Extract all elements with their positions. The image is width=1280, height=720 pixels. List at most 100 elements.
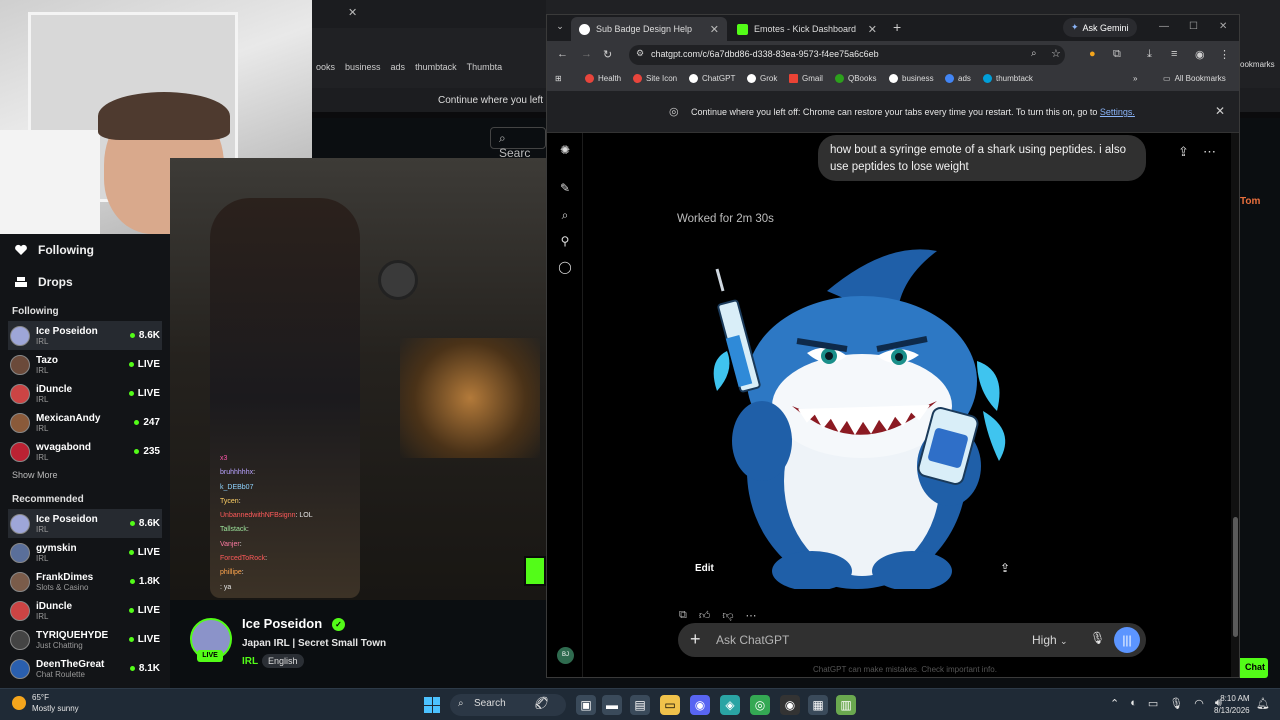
close-window-icon[interactable]: ✕ [1219, 21, 1227, 32]
terminal-icon[interactable]: ▬ [602, 695, 622, 715]
sidebar-channel[interactable]: Ice Poseidon IRL 8.6K [8, 321, 162, 350]
bookmark-thumbtack[interactable]: thumbtack [983, 74, 1033, 83]
sidebar-nav-drops[interactable]: Drops [0, 266, 170, 298]
profile-icon[interactable]: ◉ [1195, 48, 1205, 61]
new-chat-icon[interactable]: ✎ [558, 181, 572, 195]
reload-icon[interactable]: ↻ [603, 48, 612, 61]
more-options-icon[interactable]: ⋯ [1203, 144, 1216, 160]
tray-app-icon[interactable]: ▭ [1148, 697, 1158, 710]
bookmark-ads[interactable]: ads [945, 74, 971, 83]
sidebar-channel[interactable]: iDuncle IRL LIVE [0, 379, 170, 408]
notification-bell-icon[interactable]: 🔔︎ [1256, 697, 1270, 710]
start-button-icon[interactable] [424, 697, 440, 713]
wifi-icon[interactable]: ◠ [1194, 697, 1204, 710]
tray-overflow-icon[interactable]: ⌃ [1110, 697, 1119, 710]
user-avatar[interactable]: BJ [557, 647, 574, 664]
scrollbar-thumb[interactable] [1233, 517, 1238, 637]
forward-icon[interactable]: → [581, 48, 592, 60]
worked-for-label[interactable]: Worked for 2m 30s [677, 213, 774, 225]
copy-icon[interactable]: ⧉ [679, 609, 687, 622]
bookmark-star-icon[interactable]: ☆ [1051, 47, 1061, 60]
all-bookmarks-button[interactable]: ▭ All Bookmarks [1163, 74, 1226, 83]
bookmarks-overflow-icon[interactable]: » [1133, 74, 1137, 83]
thumbs-down-icon[interactable]: 👎︎ [722, 609, 733, 622]
more-actions-icon[interactable]: ⋯ [746, 609, 757, 622]
tray-app-icon[interactable]: ◐ [1130, 697, 1137, 710]
close-tab-icon[interactable]: ✕ [710, 23, 719, 36]
bg-bookmarks-label[interactable]: ookmarks [1240, 60, 1275, 69]
app-icon[interactable]: ◈ [720, 695, 740, 715]
tab-sub-badge-design-help[interactable]: Sub Badge Design Help ✕ [571, 17, 727, 41]
sidebar-channel[interactable]: DeenTheGreat Chat Roulette 8.1K [0, 654, 170, 683]
bookmark-business[interactable]: business [889, 74, 934, 83]
minimize-icon[interactable]: — [1159, 21, 1169, 32]
language-tag[interactable]: English [262, 654, 304, 668]
kick-search-input[interactable]: ⌕ Searc [490, 127, 546, 160]
sidebar-channel[interactable]: MexicanAndy IRL 247 [0, 408, 170, 437]
maximize-icon[interactable]: ☐ [1189, 21, 1198, 32]
reasoning-level-select[interactable]: High ⌄ [1032, 633, 1068, 647]
address-bar[interactable]: ⚙ chatgpt.com/c/6a7dbd86-d338-83ea-9573-… [629, 45, 1065, 65]
sidebar-nav-following[interactable]: Following [0, 234, 170, 266]
apps-grid-icon[interactable]: ⊞ [555, 74, 562, 83]
pin-icon[interactable]: ⚲ [558, 234, 572, 248]
bg-bookmark[interactable]: thumbtack [415, 62, 457, 72]
close-tab-icon[interactable]: ✕ [868, 23, 877, 36]
bookmark-health[interactable]: Health [585, 74, 621, 83]
back-icon[interactable]: ← [557, 48, 568, 60]
sidebar-channel[interactable]: gymskin IRL LIVE [0, 538, 170, 567]
sidebar-channel[interactable]: FrankDimes Slots & Casino 1.8K [0, 567, 170, 596]
bookmark-site-icon[interactable]: Site Icon [633, 74, 677, 83]
taskbar-clock[interactable]: 8:10 AM 8/13/2026 [1214, 693, 1250, 717]
tab-search-icon[interactable]: ⌄ [553, 21, 567, 35]
bookmark-gmail[interactable]: Gmail [789, 74, 823, 83]
bg-bookmark[interactable]: ooks [316, 62, 335, 72]
share-icon[interactable]: ⇪ [1178, 144, 1189, 160]
task-view-icon[interactable]: ▣ [576, 695, 596, 715]
settings-link[interactable]: Settings. [1100, 107, 1135, 117]
file-explorer-icon[interactable]: ▭ [660, 695, 680, 715]
sidebar-channel[interactable]: TYRIQUEHYDE Just Chatting LIVE [0, 625, 170, 654]
streamer-name[interactable]: Ice Poseidon [242, 616, 322, 631]
chrome-taskbar-icon[interactable]: ◎ [750, 695, 770, 715]
close-infobar-icon[interactable]: ✕ [1215, 104, 1225, 118]
obs-icon[interactable]: ◉ [780, 695, 800, 715]
bookmark-grok[interactable]: Grok [747, 74, 777, 83]
voice-mode-button[interactable]: ||| [1114, 627, 1140, 653]
extension-icon[interactable]: ● [1089, 48, 1096, 60]
discord-icon[interactable]: ◉ [690, 695, 710, 715]
chat-composer[interactable]: + Ask ChatGPT High ⌄ 🎙︎ ||| [678, 623, 1146, 657]
thumbs-up-icon[interactable]: 👍︎ [699, 609, 711, 622]
add-attachment-icon[interactable]: + [690, 629, 701, 650]
zoom-icon[interactable]: ⌕ [1031, 48, 1037, 59]
edit-image-button[interactable]: Edit [695, 563, 714, 574]
chat-button[interactable]: Chat [1236, 658, 1268, 678]
search-icon[interactable]: ⌕ [558, 208, 572, 222]
show-more-link[interactable]: Show More [0, 466, 170, 486]
media-icon[interactable]: ≡ [1171, 48, 1177, 60]
bg-bookmark[interactable]: ads [391, 62, 406, 72]
site-info-icon[interactable]: ⚙ [636, 48, 644, 59]
bookmark-chatgpt[interactable]: ChatGPT [689, 74, 735, 83]
sidebar-channel[interactable]: Tazo IRL LIVE [0, 350, 170, 379]
download-icon[interactable]: ⤓ [1147, 48, 1152, 61]
chat-bubble-icon[interactable]: ◯ [558, 260, 572, 274]
stream-category[interactable]: IRL [242, 656, 258, 667]
close-icon[interactable]: ✕ [348, 6, 357, 19]
microphone-icon[interactable]: 🎙︎ [1090, 631, 1105, 645]
taskbar-search[interactable]: ⌕ Search 🏈︎ [450, 694, 566, 716]
composer-input[interactable]: Ask ChatGPT [716, 633, 789, 647]
ask-gemini-button[interactable]: ✦ Ask Gemini [1063, 18, 1137, 37]
openai-logo-icon[interactable]: ✺ [558, 143, 572, 157]
bookmark-qbooks[interactable]: QBooks [835, 74, 876, 83]
sidebar-channel[interactable]: iDuncle IRL LIVE [0, 596, 170, 625]
notepad-icon[interactable]: ▤ [630, 695, 650, 715]
bg-bookmark[interactable]: Thumbta [467, 62, 503, 72]
app-stack-icon[interactable]: ▥ [836, 695, 856, 715]
new-tab-icon[interactable]: + [893, 19, 901, 35]
sidebar-channel[interactable]: Ice Poseidon IRL 8.6K [8, 509, 162, 538]
tab-emotes-kick-dashboard[interactable]: Emotes - Kick Dashboard ✕ [729, 17, 885, 41]
share-image-icon[interactable]: ⇪ [1000, 561, 1010, 575]
bg-bookmark[interactable]: business [345, 62, 381, 72]
sidebar-channel[interactable]: wvagabond IRL 235 [0, 437, 170, 466]
